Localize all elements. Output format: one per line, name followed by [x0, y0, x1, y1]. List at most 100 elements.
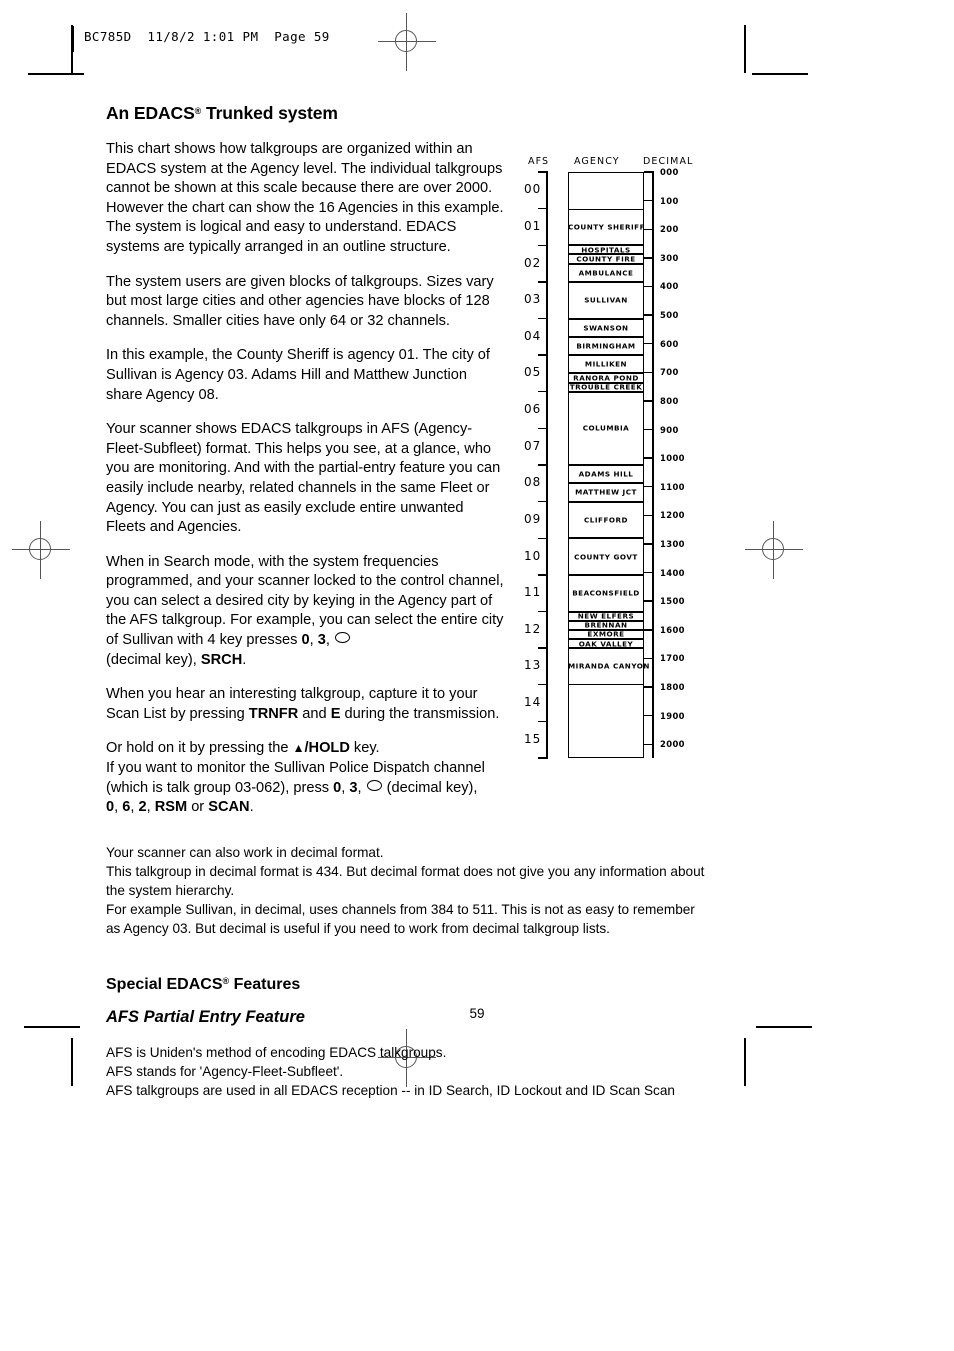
afs-label-07: 07: [524, 438, 542, 453]
registration-crosshair-v: [773, 521, 774, 579]
decimal-label-1000: 1000: [660, 453, 685, 464]
key-hold: /HOLD: [304, 740, 350, 757]
up-triangle-icon: ▲: [292, 741, 305, 756]
decimal-tick: [644, 257, 654, 259]
agency-label: EXMORE: [587, 629, 625, 639]
agency-cell: ADAMS HILL: [568, 465, 644, 484]
paragraph-2: The system users are given blocks of tal…: [106, 273, 494, 329]
decimal-label-200: 200: [660, 224, 679, 235]
key-scan: SCAN: [208, 799, 250, 816]
paragraph-1: This chart shows how talkgroups are orga…: [106, 141, 504, 255]
agency-cell: MILLIKEN: [568, 355, 644, 374]
paragraph-7-text-b: key.: [349, 740, 380, 757]
agency-cell: HOSPITALS: [568, 245, 644, 255]
afs-label-03: 03: [524, 292, 542, 307]
paragraph-7-end: .: [249, 799, 254, 816]
agency-label: RANORA POND: [573, 373, 639, 383]
agency-cell: SWANSON: [568, 318, 644, 337]
afs-tick: [538, 391, 548, 393]
afs-tick: [538, 317, 548, 320]
agency-label: TROUBLE CREEK: [569, 382, 643, 392]
agency-label: OAK VALLEY: [578, 639, 634, 649]
key-0: 0: [106, 799, 115, 816]
registration-crosshair-h: [12, 549, 70, 550]
afs-tick: [538, 684, 548, 686]
agency-cell: COUNTY GOVT: [568, 538, 644, 575]
agency-label: SULLIVAN: [584, 295, 628, 305]
afs-tick: [538, 537, 548, 539]
registration-mark-left: [12, 521, 70, 579]
agency-label: SWANSON: [583, 323, 629, 333]
paragraph-5-text-b: (decimal key),: [106, 651, 201, 668]
decimal-tick: [644, 743, 654, 745]
paragraph-8-line-2: This talkgroup in decimal format is 434.…: [106, 863, 705, 898]
page-title-post: Trunked system: [201, 103, 338, 123]
agency-label: NEW ELFERS: [577, 611, 635, 621]
decimal-tick: [644, 714, 654, 717]
afs-tick: [538, 207, 548, 210]
agency-cell: BRENNAN: [568, 620, 644, 630]
decimal-tick: [644, 686, 654, 688]
key-trnfr: TRNFR: [248, 705, 299, 722]
agency-label: CLIFFORD: [584, 515, 628, 525]
paragraph-6-text-c: during the transmission.: [340, 705, 500, 722]
afs-tick: [538, 464, 548, 466]
agency-cell: CLIFFORD: [568, 501, 644, 539]
agency-label: BIRMINGHAM: [576, 341, 636, 351]
afs-label-04: 04: [524, 328, 542, 343]
special-features-heading: Special EDACS® Features: [106, 976, 706, 994]
paragraph-9-line-3: AFS talkgroups are used in all EDACS rec…: [106, 1082, 675, 1098]
edacs-agency-chart: AFS AGENCY DECIMAL 00 01 02 03 04 05 06 07 08 09 1…: [524, 152, 704, 772]
decimal-tick: [644, 457, 654, 459]
paragraph-3: In this example, the County Sheriff is a…: [106, 347, 490, 403]
decimal-label-1900: 1900: [660, 710, 685, 721]
chart-header-afs: AFS: [528, 156, 550, 167]
afs-tick: [538, 427, 548, 430]
decimal-tick: [644, 428, 654, 431]
agency-label: MATTHEW JCT: [575, 487, 637, 497]
paragraph-7-text-a: Or hold on it by pressing the: [106, 740, 293, 757]
key-3: 3: [317, 632, 326, 649]
decimal-tick: [644, 228, 654, 230]
agency-cell: TROUBLE CREEK: [568, 382, 644, 392]
key-rsm: RSM: [154, 799, 188, 816]
agency-cell: OAK VALLEY: [568, 638, 644, 649]
crop-mark-bottom-right-v: [744, 1038, 746, 1086]
afs-label-00: 00: [524, 182, 542, 197]
decimal-label-1200: 1200: [660, 510, 685, 521]
crop-mark-bottom-right-h: [756, 1026, 812, 1028]
agency-label: MIRANDA CANYON: [568, 661, 650, 671]
afs-tick: [538, 244, 548, 246]
sep: ,: [357, 779, 366, 796]
decimal-label-1800: 1800: [660, 682, 685, 693]
special-features-heading-pre: Special EDACS: [106, 975, 223, 993]
agency-cell: AMBULANCE: [568, 263, 644, 282]
paragraph-9-line-2: AFS stands for 'Agency-Fleet-Subfleet'.: [106, 1063, 344, 1079]
agency-label: COLUMBIA: [582, 423, 630, 433]
agency-cell: BIRMINGHAM: [568, 336, 644, 356]
slug-line: BC785D 11/8/2 1:01 PM Page 59: [72, 26, 492, 52]
afs-label-01: 01: [524, 218, 542, 233]
afs-tick: [538, 647, 548, 649]
left-text-column: This chart shows how talkgroups are orga…: [106, 140, 506, 818]
decimal-tick: [644, 285, 654, 288]
afs-label-11: 11: [524, 585, 542, 600]
decimal-key-icon: [366, 779, 382, 791]
paragraph-6: When you hear an interesting talkgroup, …: [106, 685, 506, 724]
decimal-tick: [644, 600, 654, 602]
agency-cell: RANORA POND: [568, 373, 644, 383]
decimal-tick: [644, 400, 654, 402]
agency-cell: EXMORE: [568, 629, 644, 639]
agency-cell: MATTHEW JCT: [568, 483, 644, 502]
paragraph-8-line-3: For example Sullivan, in decimal, uses c…: [106, 901, 695, 936]
decimal-key-icon: [334, 632, 350, 644]
decimal-tick: [644, 371, 654, 373]
registration-crosshair-v: [40, 521, 41, 579]
crop-mark-top-right-v: [744, 25, 746, 73]
decimal-tick: [644, 199, 654, 202]
decimal-label-100: 100: [660, 195, 679, 206]
decimal-tick: [644, 657, 654, 660]
decimal-label-000: 000: [660, 167, 679, 177]
agency-label: BEACONSFIELD: [572, 588, 640, 598]
